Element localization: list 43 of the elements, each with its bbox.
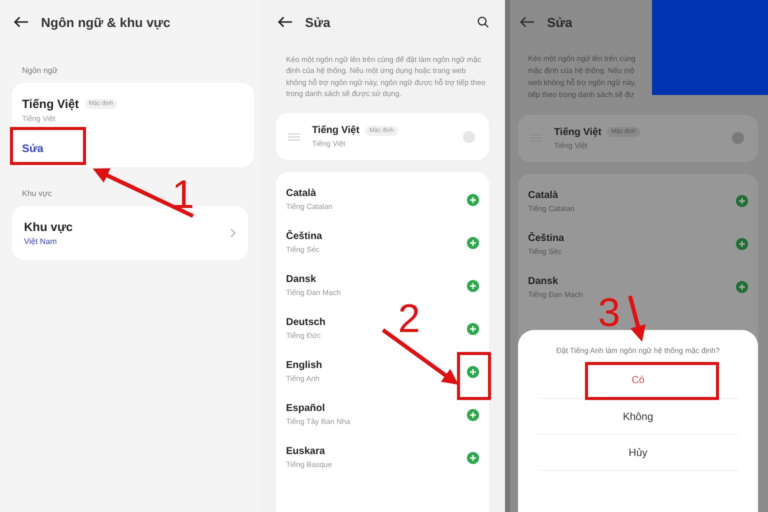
add-icon[interactable]	[467, 280, 479, 292]
language-name: Dansk	[528, 276, 558, 286]
add-icon[interactable]	[736, 195, 748, 207]
add-icon[interactable]	[467, 194, 479, 206]
screen-title: Sửa	[547, 14, 572, 30]
language-name: Deutsch	[286, 317, 326, 328]
language-name: Tiếng Việt	[554, 126, 602, 138]
language-name: Español	[286, 403, 325, 414]
add-icon[interactable]	[467, 322, 479, 334]
step-number: 3	[598, 291, 620, 335]
language-name: Euskara	[286, 446, 325, 457]
annotation-arrow	[628, 296, 646, 342]
add-icon[interactable]	[467, 452, 479, 464]
back-arrow-icon[interactable]	[14, 16, 29, 28]
language-name: English	[286, 360, 322, 371]
language-name: Tiếng Việt	[22, 97, 79, 111]
region-title: Khu vực	[24, 220, 73, 234]
section-label: Khu vực	[22, 189, 53, 198]
language-name: Tiếng Việt	[312, 125, 360, 136]
add-icon[interactable]	[467, 408, 479, 420]
drag-handle-icon[interactable]	[288, 132, 300, 140]
add-icon[interactable]	[467, 236, 479, 248]
screen-title: Sửa	[305, 14, 330, 30]
language-name: Dansk	[286, 274, 316, 285]
highlight-frame	[457, 352, 491, 400]
language-name: Català	[528, 190, 558, 200]
dialog-option[interactable]: Không	[538, 399, 738, 435]
region-value: Việt Nam	[24, 237, 57, 246]
dialog-option[interactable]: Có	[538, 363, 738, 399]
back-arrow-icon[interactable]	[278, 16, 293, 28]
edit-link[interactable]: Sửa	[22, 143, 44, 155]
language-name: Čeština	[528, 232, 564, 244]
add-icon[interactable]	[736, 281, 748, 293]
dialog-option[interactable]: Hủy	[538, 435, 738, 471]
add-icon[interactable]	[736, 238, 748, 250]
search-icon[interactable]	[477, 16, 489, 28]
add-icon[interactable]	[467, 366, 479, 378]
language-name: Català	[286, 188, 316, 199]
section-label: Ngôn ngữ	[22, 66, 59, 75]
screen-title: Ngôn ngữ & khu vực	[41, 14, 170, 30]
step-number: 2	[398, 297, 420, 341]
chevron-right-icon	[230, 228, 236, 238]
language-name: Čeština	[286, 231, 322, 242]
